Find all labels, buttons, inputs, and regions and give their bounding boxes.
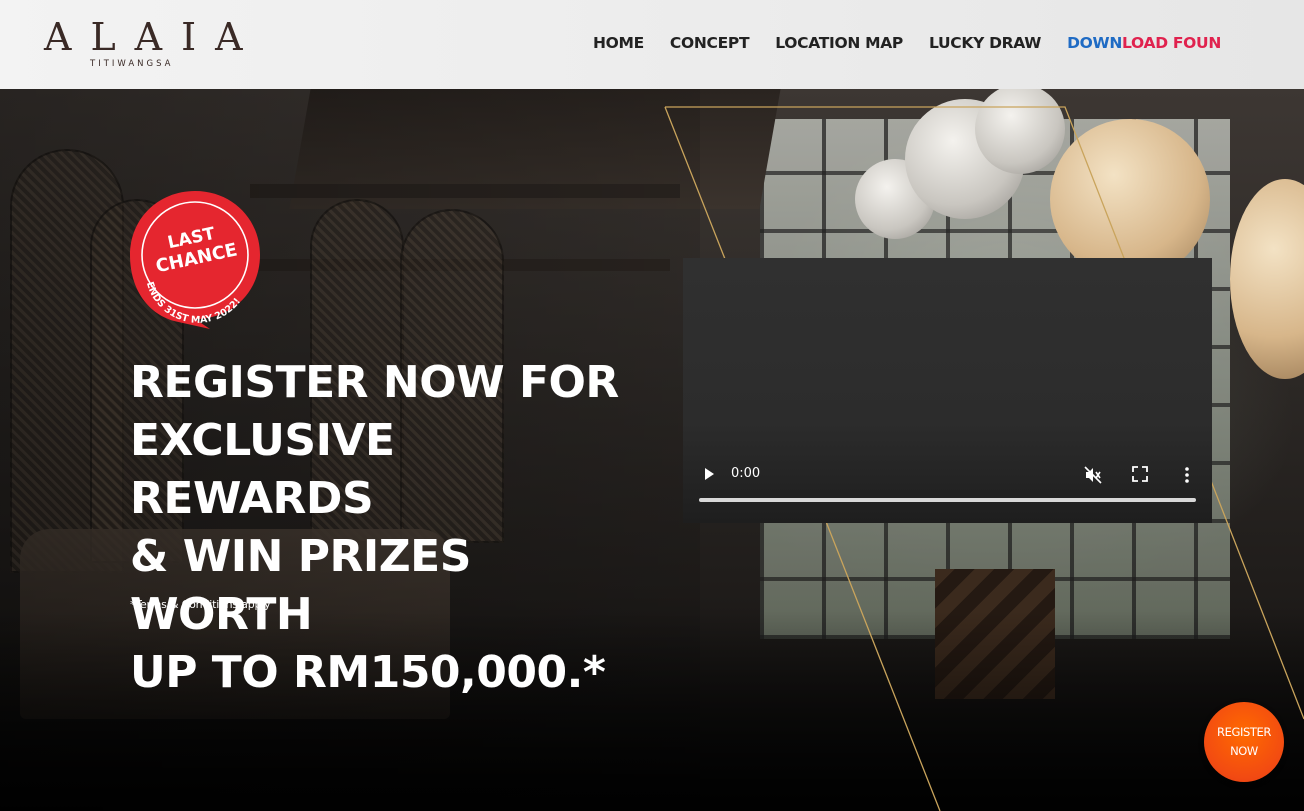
hero-headline: REGISTER NOW FOR EXCLUSIVE REWARDS & WIN P…: [130, 354, 650, 702]
nav-home[interactable]: HOME: [593, 33, 644, 53]
nav-location-map[interactable]: LOCATION MAP: [775, 33, 903, 53]
logo-title: ALAIA: [44, 15, 262, 59]
headline-line: REGISTER NOW FOR: [130, 357, 619, 408]
muted-icon[interactable]: [1083, 465, 1103, 485]
headline-line: EXCLUSIVE REWARDS: [130, 415, 395, 524]
main-nav: HOME CONCEPT LOCATION MAP LUCKY DRAW DOW…: [593, 33, 1221, 53]
nav-lucky-draw[interactable]: LUCKY DRAW: [929, 33, 1041, 53]
video-progress-bar[interactable]: [699, 498, 1196, 502]
register-button-line2: NOW: [1230, 744, 1258, 758]
terms-note: *Terms & Conditions apply: [130, 598, 271, 611]
last-chance-badge: LAST CHANCE ENDS 31ST MAY 2022!: [130, 191, 260, 329]
site-header: ALAIA TITIWANGSA HOME CONCEPT LOCATION M…: [0, 0, 1304, 89]
nav-concept[interactable]: CONCEPT: [670, 33, 750, 53]
nav-download-part2: LOAD FOUN: [1122, 34, 1221, 52]
hero-pendant-lamp: [1050, 119, 1210, 279]
hero-pendant-lamp: [1230, 179, 1304, 379]
nav-download-part1: DOWN: [1067, 34, 1123, 52]
promo-video-player[interactable]: 0:00: [683, 258, 1212, 523]
nav-download[interactable]: DOWNLOAD FOUN: [1067, 33, 1221, 53]
headline-line: UP TO RM150,000.*: [130, 647, 606, 698]
more-vertical-icon[interactable]: [1181, 465, 1193, 485]
register-now-button[interactable]: REGISTER NOW: [1204, 702, 1284, 782]
logo-subtitle: TITIWANGSA: [90, 59, 174, 69]
logo[interactable]: ALAIA TITIWANGSA: [44, 15, 262, 71]
headline-line: & WIN PRIZES WORTH: [130, 531, 471, 640]
fullscreen-icon[interactable]: [1131, 465, 1149, 483]
video-current-time: 0:00: [731, 466, 761, 481]
play-icon[interactable]: [701, 466, 717, 482]
register-button-line1: REGISTER: [1217, 725, 1271, 739]
